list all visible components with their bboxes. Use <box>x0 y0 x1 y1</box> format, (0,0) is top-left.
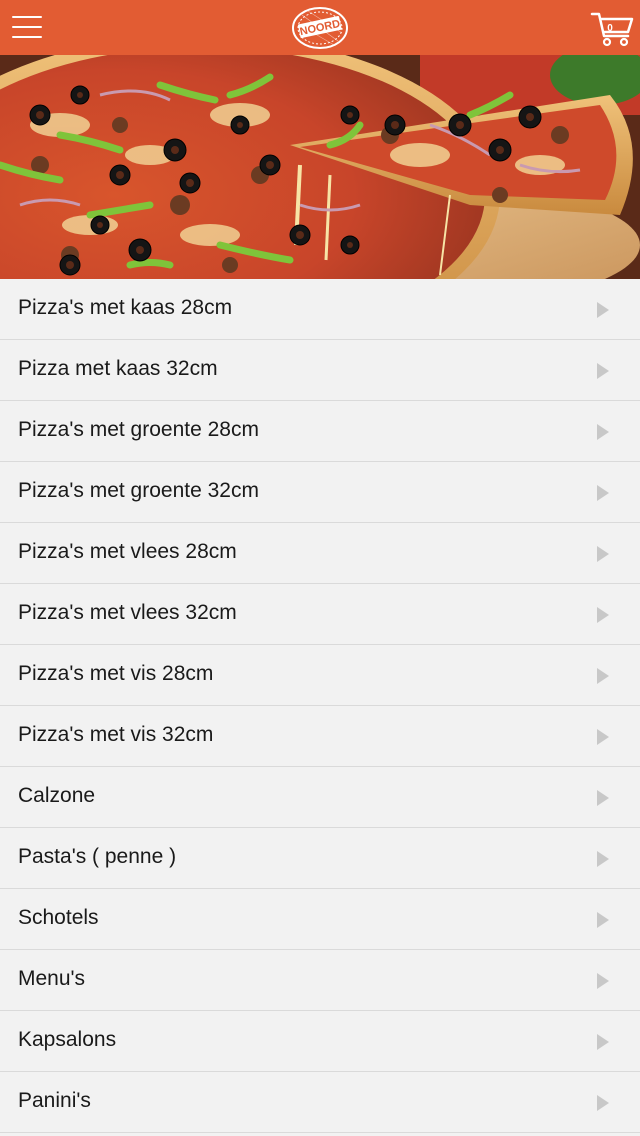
category-label: Pizza's met groente 28cm <box>18 418 259 441</box>
pizza-hero-image <box>0 55 640 279</box>
category-item-pizzas-vis-28[interactable]: Pizza's met vis 28cm <box>0 645 640 706</box>
category-item-pastas[interactable]: Pasta's ( penne ) <box>0 828 640 889</box>
category-item-paninis[interactable]: Panini's <box>0 1072 640 1133</box>
category-label: Pizza met kaas 32cm <box>18 357 218 380</box>
category-item-pizzas-groente-28[interactable]: Pizza's met groente 28cm <box>0 401 640 462</box>
chevron-right-icon <box>597 1034 609 1050</box>
cart-count-badge: 0 <box>607 23 613 34</box>
category-item-kapsalons[interactable]: Kapsalons <box>0 1011 640 1072</box>
chevron-right-icon <box>597 668 609 684</box>
app-screen: NOORD 0 Pizza's met kaas 28cm Pizza met … <box>0 0 640 1136</box>
pizza-illustration <box>0 55 640 279</box>
category-item-pizza-kaas-32[interactable]: Pizza met kaas 32cm <box>0 340 640 401</box>
chevron-right-icon <box>597 790 609 806</box>
chevron-right-icon <box>597 363 609 379</box>
category-list: Pizza's met kaas 28cm Pizza met kaas 32c… <box>0 279 640 1133</box>
chevron-right-icon <box>597 485 609 501</box>
brand-logo[interactable]: NOORD <box>290 5 350 51</box>
category-item-pizzas-kaas-28[interactable]: Pizza's met kaas 28cm <box>0 279 640 340</box>
menu-line <box>12 16 42 18</box>
category-label: Pasta's ( penne ) <box>18 845 177 868</box>
category-label: Panini's <box>18 1089 91 1112</box>
menu-line <box>12 26 42 28</box>
shopping-cart-icon[interactable]: 0 <box>590 8 636 48</box>
category-label: Calzone <box>18 784 96 807</box>
category-label: Pizza's met vlees 32cm <box>18 601 237 624</box>
chevron-right-icon <box>597 851 609 867</box>
category-label: Pizza's met vis 32cm <box>18 723 214 746</box>
category-item-pizzas-vlees-28[interactable]: Pizza's met vlees 28cm <box>0 523 640 584</box>
header-bar: NOORD 0 <box>0 0 640 55</box>
chevron-right-icon <box>597 546 609 562</box>
chevron-right-icon <box>597 607 609 623</box>
menu-line <box>12 36 42 38</box>
category-item-schotels[interactable]: Schotels <box>0 889 640 950</box>
category-item-pizzas-vlees-32[interactable]: Pizza's met vlees 32cm <box>0 584 640 645</box>
logo-stamp-icon: NOORD <box>292 7 348 49</box>
svg-text:NOORD: NOORD <box>299 18 342 38</box>
chevron-right-icon <box>597 302 609 318</box>
category-label: Menu's <box>18 967 86 990</box>
chevron-right-icon <box>597 424 609 440</box>
chevron-right-icon <box>597 912 609 928</box>
category-label: Pizza's met groente 32cm <box>18 479 259 502</box>
category-label: Pizza's met kaas 28cm <box>18 296 233 319</box>
category-label: Pizza's met vlees 28cm <box>18 540 237 563</box>
category-item-pizzas-groente-32[interactable]: Pizza's met groente 32cm <box>0 462 640 523</box>
category-item-pizzas-vis-32[interactable]: Pizza's met vis 32cm <box>0 706 640 767</box>
chevron-right-icon <box>597 1095 609 1111</box>
hamburger-menu-icon[interactable] <box>10 12 44 42</box>
category-item-menus[interactable]: Menu's <box>0 950 640 1011</box>
category-label: Pizza's met vis 28cm <box>18 662 214 685</box>
category-label: Schotels <box>18 906 99 929</box>
category-item-calzone[interactable]: Calzone <box>0 767 640 828</box>
category-label: Kapsalons <box>18 1028 117 1051</box>
chevron-right-icon <box>597 729 609 745</box>
chevron-right-icon <box>597 973 609 989</box>
